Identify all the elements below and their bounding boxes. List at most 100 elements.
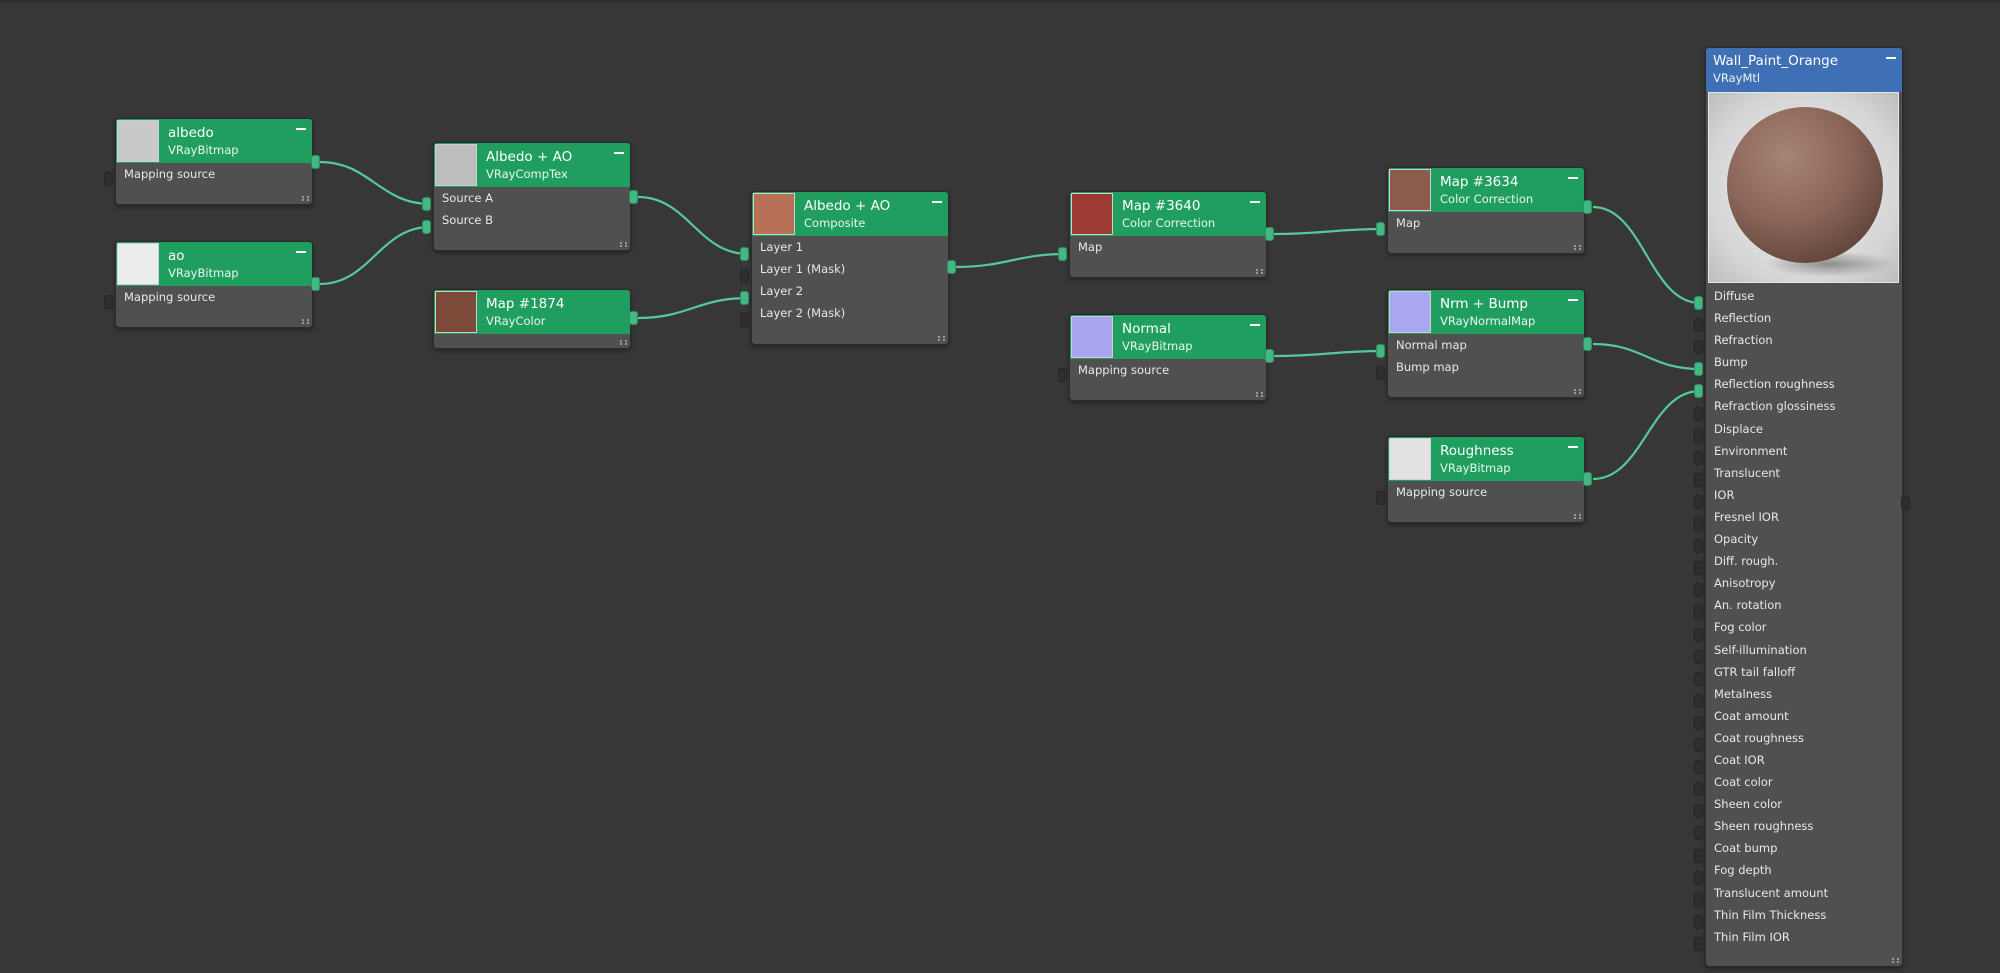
node-header[interactable]: Map #1874 VRayColor — [434, 290, 630, 334]
resize-grip-icon[interactable] — [1256, 392, 1263, 397]
slot-fresnel-ior[interactable]: Fresnel IOR — [1706, 506, 1902, 528]
slot-refraction[interactable]: Refraction — [1706, 329, 1902, 351]
port-albedo-mapping-source[interactable] — [104, 172, 113, 186]
slot-environment[interactable]: Environment — [1706, 440, 1902, 462]
slot-layer-1-mask[interactable]: Layer 1 (Mask) — [752, 258, 948, 280]
node-header[interactable]: albedo VRayBitmap — [116, 119, 312, 163]
slot-translucent-amount[interactable]: Translucent amount — [1706, 882, 1902, 904]
node-nrmbump[interactable]: Nrm + Bump VRayNormalMap Normal map Bump… — [1387, 289, 1585, 398]
port-environment[interactable] — [1694, 450, 1703, 465]
port-source-a[interactable] — [422, 197, 431, 211]
port-opacity[interactable] — [1694, 539, 1703, 554]
resize-grip-icon[interactable] — [302, 319, 309, 324]
port-color1874-output[interactable] — [629, 311, 638, 325]
port-coat-ior[interactable] — [1694, 760, 1703, 775]
resize-grip-icon[interactable] — [620, 340, 627, 345]
node-material-wall-paint-orange[interactable]: Wall_Paint_Orange VRayMtl Diffuse Reflect… — [1705, 47, 1903, 967]
slot-refraction-glossiness[interactable]: Refraction glossiness — [1706, 395, 1902, 417]
minimize-icon[interactable] — [1568, 177, 1578, 179]
slot-map[interactable]: Map — [1070, 236, 1266, 258]
port-cc3640-output[interactable] — [1265, 227, 1274, 241]
port-source-b[interactable] — [422, 220, 431, 234]
node-cc3640[interactable]: Map #3640 Color Correction Map — [1069, 191, 1267, 278]
port-cc3634-map[interactable] — [1376, 222, 1385, 236]
node-header[interactable]: Wall_Paint_Orange VRayMtl — [1706, 48, 1902, 92]
resize-grip-icon[interactable] — [1574, 389, 1581, 394]
port-an-rotation[interactable] — [1694, 605, 1703, 620]
port-fog-depth[interactable] — [1694, 870, 1703, 885]
port-material-output[interactable] — [1901, 496, 1910, 510]
node-composite[interactable]: Albedo + AO Composite Layer 1 Layer 1 (M… — [751, 191, 949, 345]
node-header[interactable]: Normal VRayBitmap — [1070, 315, 1266, 359]
slot-opacity[interactable]: Opacity — [1706, 528, 1902, 550]
node-editor-canvas[interactable]: albedo VRayBitmap Mapping source ao VRay… — [0, 0, 2000, 973]
slot-translucent[interactable]: Translucent — [1706, 462, 1902, 484]
port-reflection[interactable] — [1694, 318, 1703, 333]
node-normal[interactable]: Normal VRayBitmap Mapping source — [1069, 314, 1267, 401]
minimize-icon[interactable] — [1886, 57, 1896, 59]
port-bump[interactable] — [1694, 362, 1703, 377]
port-normal-mapping-source[interactable] — [1058, 368, 1067, 382]
slot-ior[interactable]: IOR — [1706, 484, 1902, 506]
port-coat-color[interactable] — [1694, 782, 1703, 797]
resize-grip-icon[interactable] — [938, 336, 945, 341]
port-nrmbump-output[interactable] — [1583, 337, 1592, 351]
port-anisotropy[interactable] — [1694, 583, 1703, 598]
port-cc3640-map[interactable] — [1058, 247, 1067, 261]
node-header[interactable]: ao VRayBitmap — [116, 242, 312, 286]
port-reflection-roughness[interactable] — [1694, 384, 1703, 399]
node-header[interactable]: Albedo + AO VRayCompTex — [434, 143, 630, 187]
slot-mapping-source[interactable]: Mapping source — [1070, 359, 1266, 381]
port-refraction-glossiness[interactable] — [1694, 406, 1703, 421]
port-roughness-mapping-source[interactable] — [1376, 491, 1385, 505]
port-comptex-output[interactable] — [629, 190, 638, 204]
slot-an-rotation[interactable]: An. rotation — [1706, 594, 1902, 616]
node-albedo[interactable]: albedo VRayBitmap Mapping source — [115, 118, 313, 205]
slot-source-b[interactable]: Source B — [434, 209, 630, 231]
slot-mapping-source[interactable]: Mapping source — [1388, 481, 1584, 503]
port-translucent[interactable] — [1694, 472, 1703, 487]
resize-grip-icon[interactable] — [1892, 958, 1899, 963]
slot-displace[interactable]: Displace — [1706, 418, 1902, 440]
minimize-icon[interactable] — [1250, 324, 1260, 326]
port-ior[interactable] — [1694, 494, 1703, 509]
slot-coat-roughness[interactable]: Coat roughness — [1706, 727, 1902, 749]
slot-sheen-roughness[interactable]: Sheen roughness — [1706, 815, 1902, 837]
node-header[interactable]: Nrm + Bump VRayNormalMap — [1388, 290, 1584, 334]
slot-normal-map[interactable]: Normal map — [1388, 334, 1584, 356]
port-sheen-color[interactable] — [1694, 804, 1703, 819]
minimize-icon[interactable] — [614, 152, 624, 154]
slot-bump[interactable]: Bump — [1706, 351, 1902, 373]
slot-self-illumination[interactable]: Self-illumination — [1706, 639, 1902, 661]
node-header[interactable]: Map #3640 Color Correction — [1070, 192, 1266, 236]
node-cc3634[interactable]: Map #3634 Color Correction Map — [1387, 167, 1585, 254]
port-ao-output[interactable] — [311, 277, 320, 291]
port-cc3634-output[interactable] — [1583, 200, 1592, 214]
port-translucent-amount[interactable] — [1694, 892, 1703, 907]
slot-mapping-source[interactable]: Mapping source — [116, 286, 312, 308]
port-metalness[interactable] — [1694, 693, 1703, 708]
slot-bump-map[interactable]: Bump map — [1388, 356, 1584, 378]
slot-fog-depth[interactable]: Fog depth — [1706, 859, 1902, 881]
resize-grip-icon[interactable] — [1256, 269, 1263, 274]
slot-reflection[interactable]: Reflection — [1706, 307, 1902, 329]
port-coat-bump[interactable] — [1694, 848, 1703, 863]
minimize-icon[interactable] — [296, 251, 306, 253]
slot-gtr-tail-falloff[interactable]: GTR tail falloff — [1706, 661, 1902, 683]
node-ao[interactable]: ao VRayBitmap Mapping source — [115, 241, 313, 328]
slot-anisotropy[interactable]: Anisotropy — [1706, 572, 1902, 594]
node-comptex[interactable]: Albedo + AO VRayCompTex Source A Source … — [433, 142, 631, 251]
slot-reflection-roughness[interactable]: Reflection roughness — [1706, 373, 1902, 395]
port-albedo-output[interactable] — [311, 155, 320, 169]
port-bump-map[interactable] — [1376, 366, 1385, 380]
slot-layer-2-mask[interactable]: Layer 2 (Mask) — [752, 302, 948, 324]
port-thin-film-ior[interactable] — [1694, 936, 1703, 951]
port-normal-output[interactable] — [1265, 349, 1274, 363]
port-thin-film-thickness[interactable] — [1694, 914, 1703, 929]
port-gtr-tail-falloff[interactable] — [1694, 671, 1703, 686]
slot-fog-color[interactable]: Fog color — [1706, 616, 1902, 638]
port-displace[interactable] — [1694, 428, 1703, 443]
resize-grip-icon[interactable] — [1574, 245, 1581, 250]
minimize-icon[interactable] — [296, 128, 306, 130]
slot-metalness[interactable]: Metalness — [1706, 683, 1902, 705]
